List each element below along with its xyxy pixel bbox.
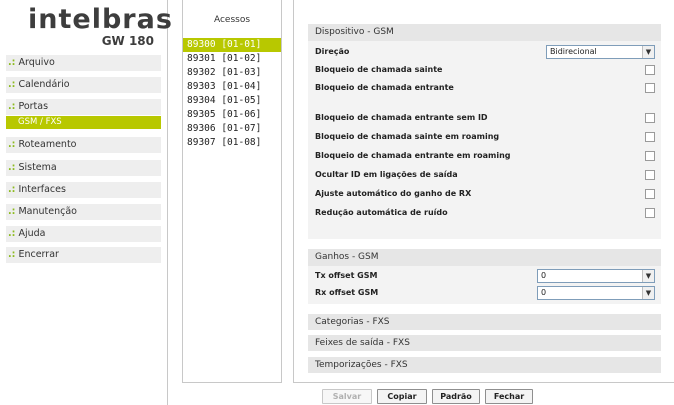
menu-label-arquivo: Arquivo [18, 57, 55, 68]
menu-label-interfaces: Interfaces [18, 184, 66, 195]
logo: intelbras GW 180 [18, 4, 172, 52]
access-item[interactable]: 89305 [01-06] [183, 108, 281, 122]
menu-prefix: .: [8, 57, 16, 68]
gsm-gains-title[interactable]: Ganhos - GSM [308, 249, 661, 266]
menu-item-portas[interactable]: .: Portas [6, 99, 161, 115]
menu-label-roteamento: Roteamento [18, 139, 77, 150]
menu-prefix: .: [8, 228, 16, 239]
tx-offset-row: Tx offset GSM 0 ▼ [315, 269, 655, 283]
menu-label-portas: Portas [18, 101, 49, 112]
rx-offset-select[interactable]: 0 ▼ [537, 286, 655, 300]
menu-label-encerrar: Encerrar [18, 249, 59, 260]
copy-button[interactable]: Copiar [377, 389, 427, 404]
option-row: Redução automática de ruído [315, 206, 655, 220]
access-item[interactable]: 89303 [01-04] [183, 80, 281, 94]
menu-prefix: .: [8, 79, 16, 90]
main-panel: Dispositivo - GSM Direção Bidirecional ▼… [293, 0, 674, 383]
menu-label-manutencao: Manutenção [18, 206, 77, 217]
option-checkbox[interactable] [645, 208, 655, 218]
direction-select[interactable]: Bidirecional ▼ [546, 45, 655, 59]
access-item[interactable]: 89300 [01-01] [183, 38, 281, 52]
section-feixes-saida-fxs[interactable]: Feixes de saída - FXS [308, 335, 661, 351]
option-label: Bloqueio de chamada entrante sem ID [315, 113, 488, 122]
tx-offset-select[interactable]: 0 ▼ [537, 269, 655, 283]
chevron-down-icon: ▼ [642, 46, 654, 58]
menu-item-calendario[interactable]: .: Calendário [6, 77, 161, 93]
option-label: Ocultar ID em ligações de saída [315, 170, 458, 179]
access-item[interactable]: 89304 [01-05] [183, 94, 281, 108]
menu-prefix: .: [8, 249, 16, 260]
default-button[interactable]: Padrão [432, 389, 480, 404]
option-row: Bloqueio de chamada entrante sem ID [315, 111, 655, 125]
menu-prefix: .: [8, 206, 16, 217]
menu-prefix: .: [8, 184, 16, 195]
menu-item-encerrar[interactable]: .: Encerrar [6, 247, 161, 263]
gsm-device-panel: Dispositivo - GSM Direção Bidirecional ▼… [308, 24, 661, 239]
option-row: Bloqueio de chamada sainte em roaming [315, 130, 655, 144]
close-button[interactable]: Fechar [485, 389, 533, 404]
option-checkbox[interactable] [645, 151, 655, 161]
menu-label-calendario: Calendário [18, 79, 70, 90]
tx-offset-label: Tx offset GSM [315, 271, 378, 280]
menu-label-sistema: Sistema [18, 162, 57, 173]
menu-sub-label: GSM / FXS [6, 116, 161, 129]
direction-label: Direção [315, 47, 350, 56]
sidebar: intelbras GW 180 .: Arquivo .: Calendári… [0, 0, 172, 405]
menu-item-roteamento[interactable]: .: Roteamento [6, 137, 161, 153]
access-item[interactable]: 89307 [01-08] [183, 136, 281, 150]
menu-prefix: .: [8, 101, 16, 112]
option-row: Bloqueio de chamada sainte [315, 63, 655, 77]
rx-offset-row: Rx offset GSM 0 ▼ [315, 286, 655, 300]
access-item[interactable]: 89306 [01-07] [183, 122, 281, 136]
access-item[interactable]: 89302 [01-03] [183, 66, 281, 80]
option-checkbox[interactable] [645, 170, 655, 180]
menu-subitem-gsm-fxs[interactable]: GSM / FXS [6, 116, 161, 129]
save-button[interactable]: Salvar [322, 389, 372, 404]
chevron-down-icon: ▼ [642, 270, 654, 282]
menu-item-sistema[interactable]: .: Sistema [6, 160, 161, 176]
option-row: Ocultar ID em ligações de saída [315, 168, 655, 182]
option-checkbox[interactable] [645, 132, 655, 142]
gsm-gains-panel: Ganhos - GSM Tx offset GSM 0 ▼ Rx offset… [308, 249, 661, 304]
option-row: Ajuste automático do ganho de RX [315, 187, 655, 201]
rx-offset-value: 0 [541, 288, 547, 297]
option-label: Bloqueio de chamada entrante [315, 83, 454, 92]
option-label: Redução automática de ruído [315, 208, 448, 217]
menu-item-arquivo[interactable]: .: Arquivo [6, 55, 161, 71]
gsm-device-title[interactable]: Dispositivo - GSM [308, 24, 661, 41]
option-label: Bloqueio de chamada entrante em roaming [315, 151, 511, 160]
option-checkbox[interactable] [645, 83, 655, 93]
chevron-down-icon: ▼ [642, 287, 654, 299]
section-temporizacoes-fxs[interactable]: Temporizações - FXS [308, 357, 661, 373]
direction-value: Bidirecional [550, 47, 597, 56]
section-categorias-fxs[interactable]: Categorias - FXS [308, 314, 661, 330]
option-checkbox[interactable] [645, 65, 655, 75]
menu-label-ajuda: Ajuda [18, 228, 46, 239]
option-checkbox[interactable] [645, 113, 655, 123]
option-row: Bloqueio de chamada entrante em roaming [315, 149, 655, 163]
option-checkbox[interactable] [645, 189, 655, 199]
access-list-title: Acessos [213, 15, 251, 25]
rx-offset-label: Rx offset GSM [315, 288, 379, 297]
access-item[interactable]: 89301 [01-02] [183, 52, 281, 66]
logo-brand: intelbras [28, 4, 173, 35]
tx-offset-value: 0 [541, 271, 547, 280]
access-list-panel: Acessos 89300 [01-01] 89301 [01-02] 8930… [182, 0, 282, 383]
option-label: Bloqueio de chamada sainte em roaming [315, 132, 500, 141]
option-label: Bloqueio de chamada sainte [315, 65, 443, 74]
option-label: Ajuste automático do ganho de RX [315, 189, 472, 198]
logo-model: GW 180 [101, 34, 154, 48]
menu-prefix: .: [8, 139, 16, 150]
menu-item-ajuda[interactable]: .: Ajuda [6, 226, 161, 242]
menu-prefix: .: [8, 162, 16, 173]
direction-row: Direção Bidirecional ▼ [315, 45, 655, 59]
option-row: Bloqueio de chamada entrante [315, 81, 655, 95]
menu-item-interfaces[interactable]: .: Interfaces [6, 182, 161, 198]
menu-item-manutencao[interactable]: .: Manutenção [6, 204, 161, 220]
